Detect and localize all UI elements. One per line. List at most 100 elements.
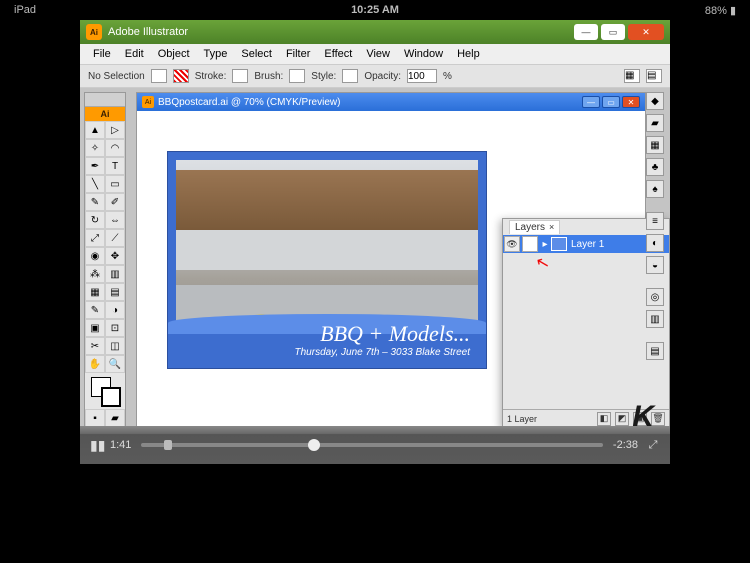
type-tool[interactable]: T: [105, 157, 125, 175]
live-paint-tool[interactable]: ▣: [85, 319, 105, 337]
menu-bar: File Edit Object Type Select Filter Effe…: [80, 44, 670, 64]
layer-row[interactable]: 👁 ▸ Layer 1 ○: [503, 235, 669, 253]
opacity-label: Opacity:: [364, 71, 401, 82]
layer-thumbnail[interactable]: [551, 237, 567, 251]
layers-tab[interactable]: Layers ×: [503, 219, 669, 235]
eraser-tool[interactable]: ◫: [105, 337, 125, 355]
mesh-tool[interactable]: ▦: [85, 283, 105, 301]
layer-name[interactable]: Layer 1: [571, 239, 653, 250]
free-transform-tool[interactable]: ✥: [105, 247, 125, 265]
scrubber-playhead[interactable]: [308, 439, 320, 451]
brush-picker[interactable]: [289, 69, 305, 83]
shear-tool[interactable]: ⟋: [105, 229, 125, 247]
warp-tool[interactable]: ◉: [85, 247, 105, 265]
fullscreen-button[interactable]: ⤢: [646, 439, 660, 452]
stroke-color[interactable]: [101, 387, 121, 407]
document-title: BBQpostcard.ai @ 70% (CMYK/Preview): [158, 97, 580, 108]
rectangle-tool[interactable]: ▭: [105, 175, 125, 193]
scale-tool[interactable]: ⤢: [85, 229, 105, 247]
close-button[interactable]: ✕: [628, 24, 664, 40]
menu-type[interactable]: Type: [197, 48, 235, 60]
menu-help[interactable]: Help: [450, 48, 487, 60]
layers-tab-label: Layers: [515, 222, 545, 233]
magic-wand-tool[interactable]: ✧: [85, 139, 105, 157]
stroke-swatch[interactable]: [173, 69, 189, 83]
gradient-tool[interactable]: ▤: [105, 283, 125, 301]
prefs-icon[interactable]: ▤: [646, 69, 662, 83]
menu-select[interactable]: Select: [234, 48, 279, 60]
menu-file[interactable]: File: [86, 48, 118, 60]
menu-effect[interactable]: Effect: [317, 48, 359, 60]
stroke-weight[interactable]: [232, 69, 248, 83]
menu-edit[interactable]: Edit: [118, 48, 151, 60]
pause-button[interactable]: ▮▮: [90, 437, 110, 454]
eyedropper-tool[interactable]: ✎: [85, 301, 105, 319]
graphic-styles-panel-icon[interactable]: ▥: [646, 310, 664, 328]
tools-panel-toggle[interactable]: ◆: [646, 92, 664, 110]
app-icon: Ai: [86, 24, 102, 40]
menu-view[interactable]: View: [359, 48, 397, 60]
ipad-status-bar: iPad 10:25 AM 88% ▮: [0, 0, 750, 20]
doc-minimize-button[interactable]: —: [582, 96, 600, 108]
color-mode-icon[interactable]: ▪: [85, 409, 105, 427]
kitchen-counter: [176, 230, 478, 270]
app-titlebar[interactable]: Ai Adobe Illustrator — ▭ ✕: [80, 20, 670, 44]
menu-filter[interactable]: Filter: [279, 48, 317, 60]
maximize-button[interactable]: ▭: [601, 24, 625, 40]
gradient-panel-icon[interactable]: ◐: [646, 234, 664, 252]
menu-object[interactable]: Object: [151, 48, 197, 60]
opacity-input[interactable]: [407, 69, 437, 83]
direct-selection-tool[interactable]: ▷: [105, 121, 125, 139]
opacity-unit: %: [443, 71, 452, 82]
layers-panel[interactable]: Layers× 👁 ▸ Layer 1 ○ 1 Layer ◧ ◩ ▣: [502, 218, 670, 428]
style-picker[interactable]: [342, 69, 358, 83]
graph-tool[interactable]: ▥: [105, 265, 125, 283]
close-icon[interactable]: ×: [549, 222, 554, 232]
create-sublayer-button[interactable]: ◩: [615, 412, 629, 426]
symbol-sprayer-tool[interactable]: ⁂: [85, 265, 105, 283]
paintbrush-tool[interactable]: ✎: [85, 193, 105, 211]
make-clipping-mask-button[interactable]: ◧: [597, 412, 611, 426]
scrubber-start-marker[interactable]: [164, 440, 172, 450]
color-panel-icon[interactable]: ▰: [646, 114, 664, 132]
reflect-tool[interactable]: ⇔: [105, 211, 125, 229]
lock-toggle[interactable]: [522, 236, 538, 252]
scrubber[interactable]: [141, 443, 603, 447]
fill-stroke-controls[interactable]: [85, 373, 125, 409]
battery-icon: ▮: [730, 5, 736, 17]
brushes-panel-icon[interactable]: ♣: [646, 158, 664, 176]
crop-area-tool[interactable]: ⊡: [105, 319, 125, 337]
fill-swatch[interactable]: [151, 69, 167, 83]
visibility-toggle[interactable]: 👁: [504, 236, 520, 252]
doc-icon: Ai: [142, 96, 154, 108]
doc-setup-icon[interactable]: ▦: [624, 69, 640, 83]
swatches-panel-icon[interactable]: ▦: [646, 136, 664, 154]
video-frame: Ai Adobe Illustrator — ▭ ✕ File Edit Obj…: [80, 20, 670, 464]
minimize-button[interactable]: —: [574, 24, 598, 40]
menu-window[interactable]: Window: [397, 48, 450, 60]
document-titlebar[interactable]: Ai BBQpostcard.ai @ 70% (CMYK/Preview) —…: [137, 93, 645, 111]
lasso-tool[interactable]: ◠: [105, 139, 125, 157]
toolbox-header[interactable]: [85, 93, 125, 107]
symbols-panel-icon[interactable]: ♠: [646, 180, 664, 198]
pencil-tool[interactable]: ✐: [105, 193, 125, 211]
stroke-panel-icon[interactable]: ≡: [646, 212, 664, 230]
hand-tool[interactable]: ✋: [85, 355, 105, 373]
selection-tool[interactable]: ▲: [85, 121, 105, 139]
line-tool[interactable]: ╲: [85, 175, 105, 193]
slice-tool[interactable]: ✂: [85, 337, 105, 355]
cursor-icon: [534, 252, 552, 275]
postcard-artwork[interactable]: BBQ + Models... Thursday, June 7th – 303…: [167, 151, 487, 369]
expand-triangle-icon[interactable]: ▸: [539, 239, 551, 250]
appearance-panel-icon[interactable]: ◎: [646, 288, 664, 306]
toolbox-logo: Ai: [85, 107, 125, 121]
transparency-panel-icon[interactable]: ◒: [646, 256, 664, 274]
gradient-mode-icon[interactable]: ▰: [105, 409, 125, 427]
rotate-tool[interactable]: ↻: [85, 211, 105, 229]
layers-panel-icon[interactable]: ▤: [646, 342, 664, 360]
blend-tool[interactable]: ◑: [105, 301, 125, 319]
doc-maximize-button[interactable]: ▭: [602, 96, 620, 108]
zoom-tool[interactable]: 🔍: [105, 355, 125, 373]
doc-close-button[interactable]: ✕: [622, 96, 640, 108]
pen-tool[interactable]: ✒: [85, 157, 105, 175]
